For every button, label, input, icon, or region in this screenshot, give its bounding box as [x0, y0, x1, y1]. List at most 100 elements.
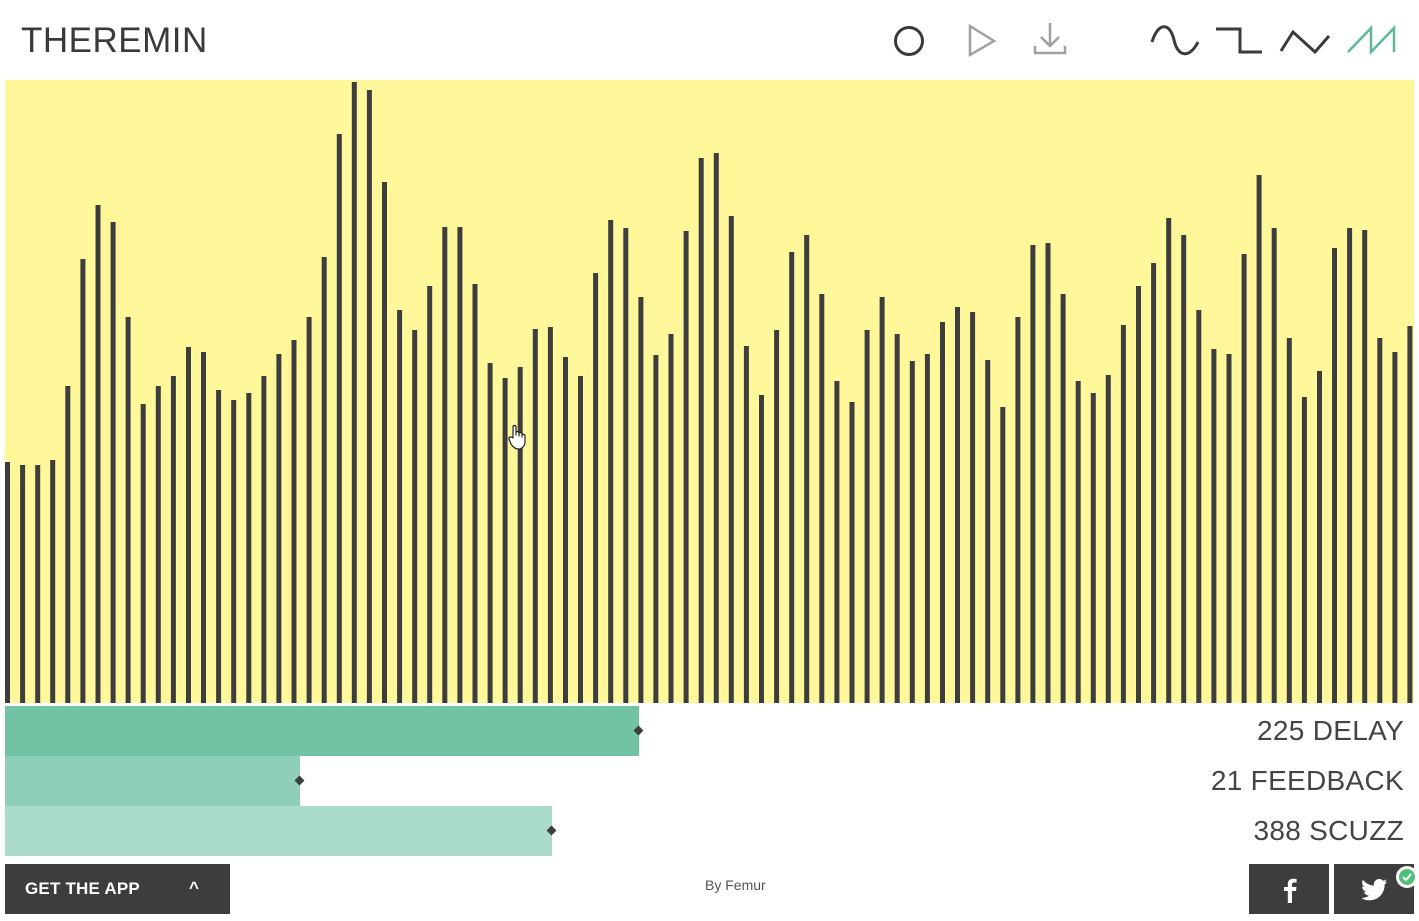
- record-circle-icon: [894, 26, 924, 56]
- frequency-bar: [5, 462, 10, 703]
- delay-slider-fill: [5, 706, 639, 756]
- frequency-bar: [170, 376, 176, 703]
- frequency-bar: [638, 297, 644, 703]
- frequency-bar: [397, 310, 403, 703]
- frequency-bar: [1256, 175, 1262, 703]
- frequency-bar: [774, 330, 780, 703]
- frequency-bar: [140, 404, 146, 703]
- frequency-bar: [457, 227, 463, 703]
- frequency-bar: [834, 381, 840, 703]
- frequency-bar: [472, 284, 478, 703]
- frequency-bar: [1407, 326, 1413, 703]
- frequency-bar: [216, 390, 222, 703]
- frequency-bar: [201, 352, 206, 703]
- frequency-bar: [80, 259, 86, 703]
- delay-slider[interactable]: 225 DELAY: [5, 706, 1414, 756]
- frequency-bar: [1362, 230, 1368, 703]
- app-title: THEREMIN: [21, 21, 208, 60]
- frequency-bar: [623, 228, 629, 703]
- frequency-bar: [668, 334, 674, 703]
- waveform-triangle-button[interactable]: [1279, 20, 1331, 60]
- frequency-bar: [1377, 338, 1383, 703]
- frequency-bar: [306, 317, 312, 703]
- frequency-bar: [1332, 248, 1337, 703]
- frequency-bar: [1286, 338, 1292, 703]
- frequency-bars: [5, 82, 1413, 703]
- frequency-bar: [698, 158, 704, 703]
- frequency-bar: [955, 307, 960, 703]
- frequency-bar: [1166, 218, 1172, 703]
- facebook-share-button[interactable]: [1249, 864, 1329, 914]
- feedback-slider-label: 21 FEEDBACK: [1211, 762, 1404, 800]
- frequency-bar: [759, 395, 764, 703]
- frequency-bar: [1181, 235, 1187, 703]
- frequency-bar: [985, 360, 991, 703]
- frequency-bar: [1075, 381, 1081, 703]
- frequency-bar: [940, 322, 945, 703]
- record-button[interactable]: [889, 20, 929, 60]
- frequency-bar: [1196, 310, 1202, 703]
- frequency-bar: [970, 312, 976, 703]
- download-icon: [1033, 23, 1067, 55]
- scuzz-slider-label: 388 SCUZZ: [1253, 812, 1404, 850]
- frequency-bar: [713, 153, 719, 703]
- frequency-bar: [1241, 254, 1247, 703]
- frequency-bar: [819, 294, 825, 703]
- frequency-bar: [291, 340, 297, 703]
- frequency-bar: [1015, 317, 1021, 703]
- frequency-bar: [683, 231, 689, 703]
- frequency-bar: [563, 357, 568, 703]
- frequency-bar: [427, 286, 433, 703]
- effect-sliders: 225 DELAY 21 FEEDBACK 388 SCUZZ: [5, 706, 1414, 856]
- frequency-bar: [924, 354, 930, 703]
- top-bar: THEREMIN: [0, 0, 1419, 80]
- feedback-name: FEEDBACK: [1250, 765, 1404, 796]
- waveform-square-button[interactable]: [1214, 20, 1264, 60]
- frequency-bar: [879, 297, 885, 703]
- frequency-bar: [276, 354, 282, 703]
- frequency-bar: [849, 402, 855, 703]
- frequency-bar: [246, 393, 252, 703]
- frequency-bar: [20, 465, 26, 703]
- frequency-bar: [110, 222, 116, 703]
- frequency-bar: [1301, 397, 1307, 703]
- triangle-wave-icon: [1279, 29, 1331, 55]
- delay-value: 225: [1257, 715, 1305, 746]
- frequency-bar: [547, 327, 553, 703]
- facebook-icon: [1284, 878, 1297, 903]
- frequency-bar: [442, 227, 448, 703]
- shield-check-badge-icon: [1396, 866, 1418, 888]
- frequency-bar: [1030, 245, 1036, 703]
- frequency-bar: [351, 82, 357, 703]
- frequency-bar: [321, 257, 327, 703]
- feedback-slider[interactable]: 21 FEEDBACK: [5, 756, 1414, 806]
- frequency-visualizer[interactable]: [5, 80, 1414, 703]
- frequency-bar: [1211, 349, 1217, 703]
- frequency-bar: [125, 317, 131, 703]
- frequency-bar: [65, 386, 71, 703]
- delay-name: DELAY: [1312, 715, 1404, 746]
- get-the-app-button[interactable]: GET THE APP ^: [5, 864, 230, 914]
- frequency-bar: [50, 460, 56, 703]
- feedback-slider-fill: [5, 756, 300, 806]
- frequency-bar: [1317, 371, 1322, 703]
- sine-wave-icon: [1150, 25, 1200, 56]
- frequency-bar: [1060, 294, 1066, 703]
- frequency-bar: [186, 347, 191, 703]
- play-icon: [968, 23, 997, 58]
- scuzz-value: 388: [1253, 815, 1302, 846]
- download-button[interactable]: [1030, 20, 1070, 60]
- frequency-bar: [532, 329, 538, 703]
- play-button[interactable]: [962, 20, 1002, 60]
- frequency-bar: [366, 90, 372, 703]
- scuzz-slider[interactable]: 388 SCUZZ: [5, 806, 1414, 856]
- waveform-sine-button[interactable]: [1150, 20, 1200, 60]
- frequency-bar: [95, 205, 101, 703]
- waveform-sawtooth-button[interactable]: [1345, 20, 1397, 60]
- get-the-app-label: GET THE APP: [25, 879, 140, 898]
- author-credit: By Femur: [705, 877, 766, 893]
- frequency-bar: [336, 134, 342, 703]
- sawtooth-wave-icon: [1347, 24, 1396, 56]
- frequency-bar: [593, 273, 599, 703]
- frequency-bar: [894, 334, 900, 703]
